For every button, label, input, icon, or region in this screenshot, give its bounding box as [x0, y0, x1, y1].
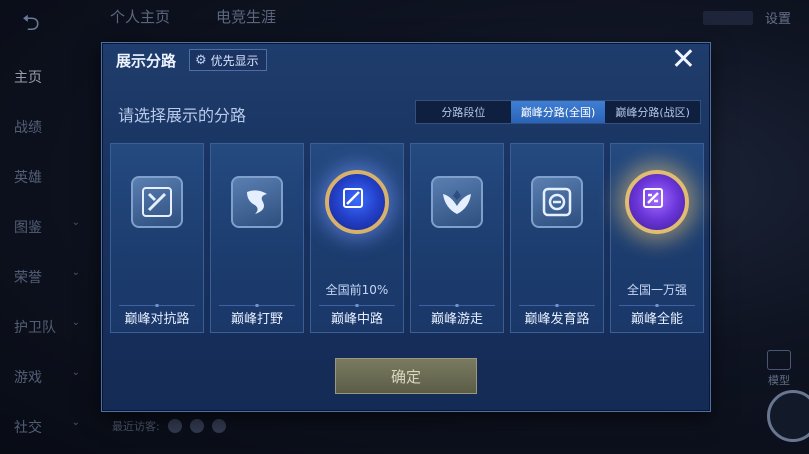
tab-lane-rank[interactable]: 分路段位 — [416, 101, 511, 123]
lane-source-tabs: 分路段位 巅峰分路(全国) 巅峰分路(战区) — [415, 100, 701, 124]
divider — [219, 305, 295, 306]
lane-card-farm[interactable]: 巅峰发育路 — [510, 143, 604, 333]
divider — [519, 305, 595, 306]
lane-name: 巅峰全能 — [630, 312, 683, 327]
divider — [619, 305, 695, 306]
all-round-badge-icon — [625, 170, 689, 234]
display-lane-dialog: 展示分路 ⚙ 优先显示 ✕ 请选择展示的分路 分路段位 巅峰分路(全国) 巅峰分… — [101, 42, 711, 412]
lane-card-clash[interactable]: 巅峰对抗路 — [110, 143, 204, 333]
lane-card-all-round[interactable]: 全国一万强 巅峰全能 — [610, 143, 704, 333]
lane-card-jungle[interactable]: 巅峰打野 — [210, 143, 304, 333]
lane-name: 巅峰中路 — [330, 312, 383, 327]
confirm-button[interactable]: 确定 — [335, 358, 477, 394]
dialog-subtitle: 请选择展示的分路 — [118, 106, 247, 125]
lane-rank: 全国一万强 — [626, 283, 687, 297]
lane-name: 巅峰游走 — [430, 312, 483, 327]
lane-card-roam[interactable]: 巅峰游走 — [410, 143, 504, 333]
lane-name: 巅峰打野 — [230, 312, 283, 327]
lane-name: 巅峰发育路 — [524, 312, 590, 327]
mid-lane-badge-icon — [325, 170, 389, 234]
tab-peak-lane-region[interactable]: 巅峰分路(战区) — [605, 101, 700, 123]
lane-rank: 全国前10% — [325, 283, 389, 297]
lane-name: 巅峰对抗路 — [124, 312, 190, 327]
clash-lane-icon — [131, 176, 183, 228]
divider — [319, 305, 395, 306]
divider — [419, 305, 495, 306]
lane-card-mid[interactable]: 全国前10% 巅峰中路 — [310, 143, 404, 333]
dialog-header: 展示分路 ⚙ 优先显示 ✕ — [102, 43, 710, 77]
roam-wings-icon — [431, 176, 483, 228]
farm-lane-icon — [531, 176, 583, 228]
priority-display-label: 优先显示 — [210, 53, 259, 68]
jungle-dragon-icon — [231, 176, 283, 228]
close-icon[interactable]: ✕ — [671, 45, 696, 75]
tab-peak-lane-national[interactable]: 巅峰分路(全国) — [510, 101, 606, 123]
gear-icon: ⚙ — [195, 52, 207, 68]
divider — [119, 305, 195, 306]
dialog-title: 展示分路 — [116, 52, 177, 70]
priority-display-button[interactable]: ⚙ 优先显示 — [189, 49, 267, 71]
